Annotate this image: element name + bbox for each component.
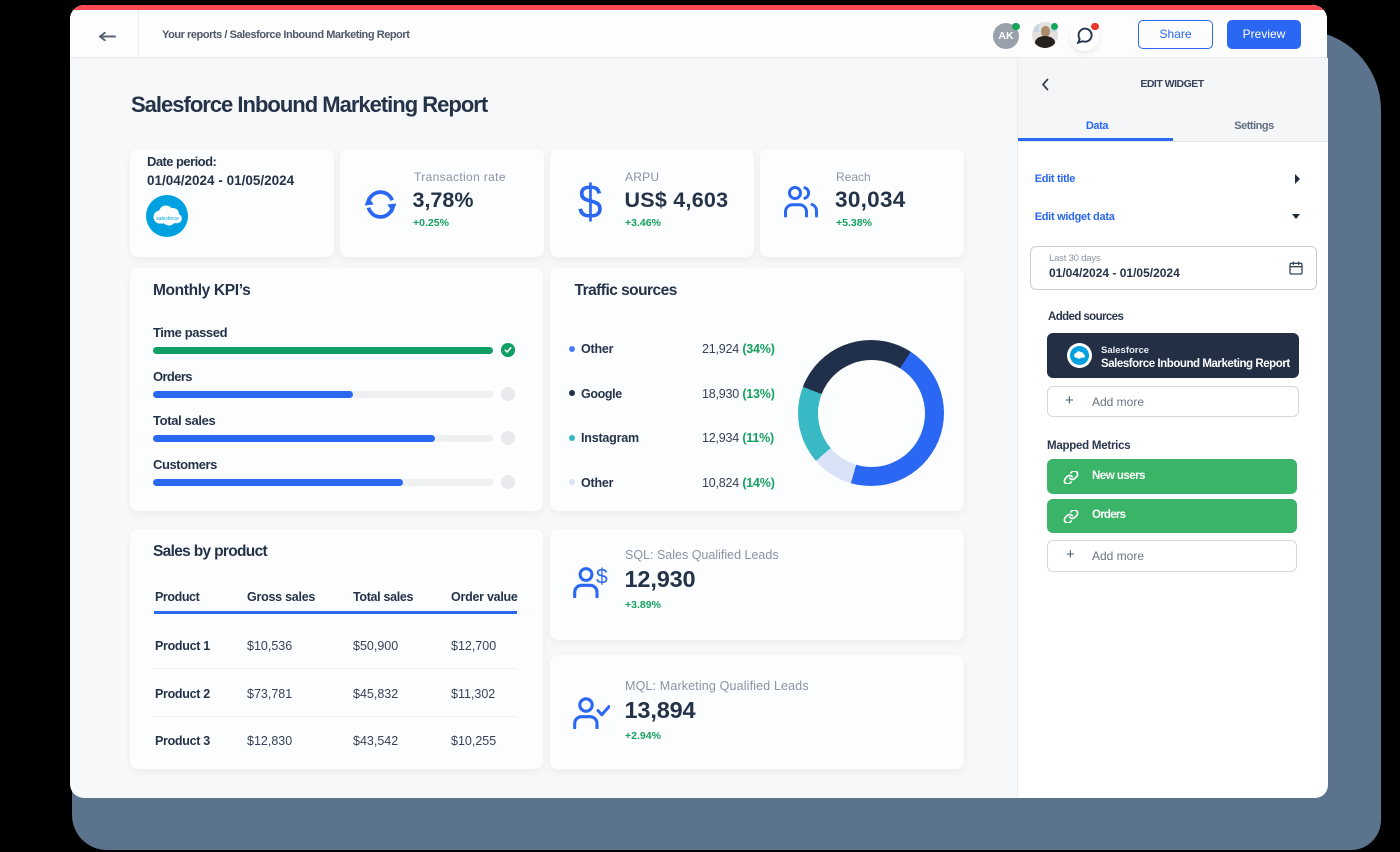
svg-text:$: $ [596,566,608,589]
svg-text:salesforce: salesforce [156,216,179,222]
